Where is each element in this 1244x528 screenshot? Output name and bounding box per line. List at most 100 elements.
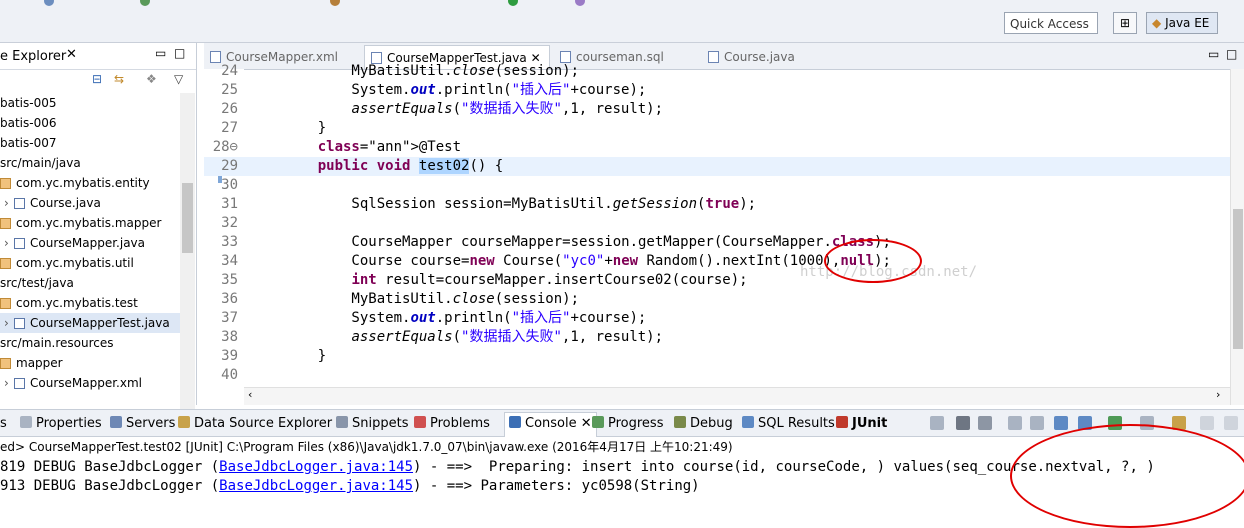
- scroll-thumb[interactable]: [1233, 209, 1243, 349]
- code-line[interactable]: 30: [204, 176, 1230, 195]
- expand-arrow-icon[interactable]: ›: [4, 193, 14, 213]
- tree-item[interactable]: com.yc.mybatis.util: [0, 253, 180, 273]
- console-output[interactable]: 819 DEBUG BaseJdbcLogger (BaseJdbcLogger…: [0, 458, 1155, 496]
- collapse-all-icon[interactable]: ⊟: [92, 72, 102, 86]
- code-line[interactable]: 29 public void test02() {: [204, 157, 1230, 176]
- view-menu-icon[interactable]: ▽: [174, 72, 183, 86]
- code-line[interactable]: 38 assertEquals("数据插入失败",1, result);: [204, 328, 1230, 347]
- remove-launch-icon[interactable]: [956, 416, 970, 430]
- tree-item[interactable]: batis-005: [0, 93, 180, 113]
- expand-arrow-icon[interactable]: ›: [4, 373, 14, 393]
- tree-item[interactable]: com.yc.mybatis.mapper: [0, 213, 180, 233]
- bottom-tab[interactable]: Debug: [674, 413, 733, 435]
- scroll-lock-icon[interactable]: [1030, 416, 1044, 430]
- toolbar-button-icon[interactable]: [330, 0, 340, 6]
- code-line[interactable]: 27 }: [204, 119, 1230, 138]
- console-icon: [509, 416, 521, 428]
- tree-item[interactable]: com.yc.mybatis.entity: [0, 173, 180, 193]
- maximize-icon[interactable]: □: [1226, 47, 1237, 61]
- bottom-tab[interactable]: Servers: [110, 413, 175, 435]
- quick-access-input[interactable]: Quick Access: [1004, 12, 1098, 34]
- tree-item-label: mapper: [16, 356, 63, 370]
- code-line[interactable]: 40: [204, 366, 1230, 385]
- tree-item[interactable]: batis-007: [0, 133, 180, 153]
- maximize-icon[interactable]: □: [174, 46, 185, 60]
- toolbar-button-icon[interactable]: [44, 0, 54, 6]
- clear-console-icon[interactable]: [1008, 416, 1022, 430]
- scroll-thumb[interactable]: [182, 183, 193, 253]
- bottom-tab[interactable]: JUnit: [836, 413, 887, 435]
- remove-all-icon[interactable]: [978, 416, 992, 430]
- code-line[interactable]: 34 Course course=new Course("yc0"+new Ra…: [204, 252, 1230, 271]
- expand-arrow-icon[interactable]: ›: [4, 313, 14, 333]
- java-ee-perspective-button[interactable]: ◆ Java EE: [1146, 12, 1218, 34]
- tree-item[interactable]: src/test/java: [0, 273, 180, 293]
- tree-item[interactable]: src/main.resources: [0, 333, 180, 353]
- scroll-left-icon[interactable]: ‹: [248, 388, 252, 401]
- java-file-icon: [14, 238, 25, 249]
- code-line[interactable]: 32: [204, 214, 1230, 233]
- bottom-tab[interactable]: s: [0, 413, 7, 435]
- java-file-icon: [14, 198, 25, 209]
- toolbar-button-icon[interactable]: [575, 0, 585, 6]
- bottom-tab[interactable]: SQL Results: [742, 413, 835, 435]
- expand-arrow-icon[interactable]: ›: [4, 233, 14, 253]
- explorer-vertical-scrollbar[interactable]: [180, 93, 195, 419]
- tree-item[interactable]: › CourseMapper.xml: [0, 373, 180, 393]
- minimize-icon[interactable]: ▭: [1208, 47, 1219, 61]
- close-icon[interactable]: ✕: [577, 416, 592, 431]
- word-wrap-icon[interactable]: [1054, 416, 1068, 430]
- bottom-tab[interactable]: Progress: [592, 413, 663, 435]
- link-editor-icon[interactable]: ⇆: [114, 72, 124, 86]
- junit-icon: [836, 416, 848, 428]
- tree-item[interactable]: mapper: [0, 353, 180, 373]
- explorer-toolbar: ⊟ ⇆ ❖ ▽: [90, 72, 196, 92]
- code-line[interactable]: 36 MyBatisUtil.close(session);: [204, 290, 1230, 309]
- code-line[interactable]: 28⊖ class="ann">@Test: [204, 138, 1230, 157]
- code-line[interactable]: 37 System.out.println("插入后"+course);: [204, 309, 1230, 328]
- scroll-right-icon[interactable]: ›: [1216, 388, 1220, 401]
- bottom-tab[interactable]: Properties: [20, 413, 102, 435]
- tree-item[interactable]: › CourseMapper.java: [0, 233, 180, 253]
- code-line[interactable]: 26 assertEquals("数据插入失败",1, result);: [204, 100, 1230, 119]
- source-link[interactable]: BaseJdbcLogger.java:145: [219, 478, 413, 494]
- code-line[interactable]: 25 System.out.println("插入后"+course);: [204, 81, 1230, 100]
- editor-vertical-scrollbar[interactable]: [1230, 69, 1244, 405]
- close-icon[interactable]: ✕: [66, 47, 77, 62]
- run-icon[interactable]: [508, 0, 518, 6]
- source-link[interactable]: BaseJdbcLogger.java:145: [219, 459, 413, 475]
- code-area[interactable]: 24 MyBatisUtil.close(session); 25 System.…: [204, 62, 1230, 385]
- bottom-tab[interactable]: Snippets: [336, 413, 408, 435]
- terminate-icon[interactable]: [930, 416, 944, 430]
- tree-item[interactable]: com.yc.mybatis.test: [0, 293, 180, 313]
- code-editor: CourseMapper.xml CourseMapperTest.java ✕ c…: [204, 43, 1244, 405]
- filter-icon[interactable]: ❖: [146, 72, 157, 86]
- tree-item-label: com.yc.mybatis.test: [16, 296, 138, 310]
- snippets-icon: [336, 416, 348, 428]
- code-line[interactable]: 33 CourseMapper courseMapper=session.get…: [204, 233, 1230, 252]
- bottom-tab-label: Servers: [126, 416, 176, 431]
- minimize-icon[interactable]: [1200, 416, 1214, 430]
- line-number: 29: [221, 158, 238, 174]
- code-text: assertEquals("数据插入失败",1, result);: [351, 329, 664, 345]
- maximize-icon[interactable]: [1224, 416, 1238, 430]
- code-line[interactable]: 35 int result=courseMapper.insertCourse0…: [204, 271, 1230, 290]
- code-line[interactable]: 31 SqlSession session=MyBatisUtil.getSes…: [204, 195, 1230, 214]
- debug-icon: [674, 416, 686, 428]
- tree-item[interactable]: › Course.java: [0, 193, 180, 213]
- open-perspective-button[interactable]: ⊞: [1113, 12, 1137, 34]
- code-line[interactable]: 24 MyBatisUtil.close(session);: [204, 62, 1230, 81]
- tree-item[interactable]: src/main/java: [0, 153, 180, 173]
- tree-item[interactable]: › CourseMapperTest.java: [0, 313, 180, 333]
- line-number: 24: [221, 63, 238, 79]
- bottom-tab[interactable]: Problems: [414, 413, 490, 435]
- bottom-tab[interactable]: Data Source Explorer: [178, 413, 332, 435]
- toolbar-button-icon[interactable]: [140, 0, 150, 6]
- minimize-icon[interactable]: ▭: [155, 46, 166, 60]
- editor-horizontal-scrollbar[interactable]: ‹ ›: [244, 387, 1230, 405]
- code-line[interactable]: 39 }: [204, 347, 1230, 366]
- tree-item[interactable]: batis-006: [0, 113, 180, 133]
- project-tree: batis-005 batis-006 batis-007 src/main/java…: [0, 93, 180, 393]
- explorer-title: e Explorer: [0, 49, 67, 64]
- bottom-tab[interactable]: Console ✕: [504, 412, 597, 437]
